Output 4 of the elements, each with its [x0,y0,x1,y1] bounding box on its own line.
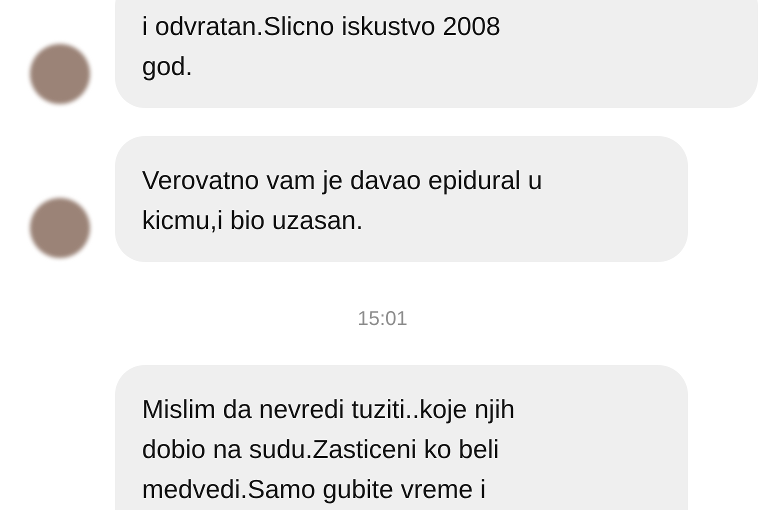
message-bubble: Mislim da nevredi tuziti..koje njih dobio na sudu.Zasticeni ko beli medvedi.Samo gubite vreme i [115,365,688,510]
message-bubble: Verovatno vam je davao epidural u kicmu,i bio uzasan. [115,136,688,262]
message-bubble: i odvratan.Slicno iskustvo 2008 god. [115,0,758,108]
timestamp: 15:01 [356,308,409,331]
